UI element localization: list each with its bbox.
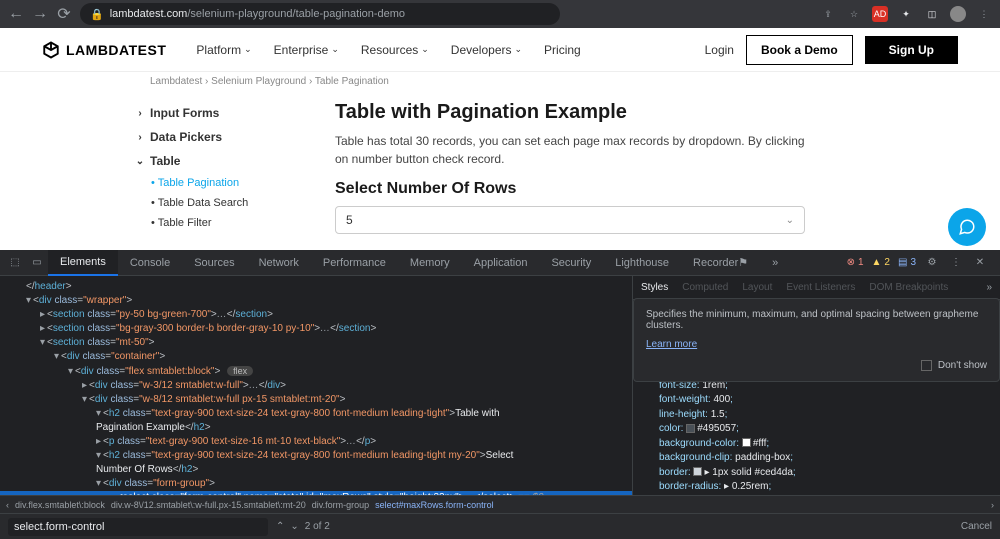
chevron-right-icon: › bbox=[135, 132, 145, 143]
css-tooltip: Specifies the minimum, maximum, and opti… bbox=[633, 298, 1000, 382]
styles-tab-dom[interactable]: DOM Breakpoints bbox=[869, 282, 948, 293]
main-content: Table with Pagination Example Table has … bbox=[315, 101, 1000, 234]
styles-panel: Styles Computed Layout Event Listeners D… bbox=[632, 276, 1000, 495]
url-domain: lambdatest.com bbox=[110, 8, 188, 20]
find-count: 2 of 2 bbox=[305, 521, 330, 532]
styles-tabs: Styles Computed Layout Event Listeners D… bbox=[633, 276, 1000, 300]
close-icon[interactable]: ✕ bbox=[972, 255, 988, 271]
info-badge[interactable]: ▤3 bbox=[898, 257, 916, 268]
menu-icon[interactable]: ⋮ bbox=[976, 6, 992, 22]
tab-security[interactable]: Security bbox=[539, 250, 603, 276]
nav-links: Platform ⌄ Enterprise ⌄ Resources ⌄ Deve… bbox=[196, 43, 580, 57]
sidebar-item-input-forms[interactable]: ›Input Forms bbox=[135, 101, 315, 125]
sidebar: ›Input Forms ›Data Pickers ⌄Table • Tabl… bbox=[135, 101, 315, 234]
adblock-icon[interactable]: AD bbox=[872, 6, 888, 22]
learn-more-link[interactable]: Learn more bbox=[646, 339, 697, 350]
sidebar-item-table[interactable]: ⌄Table bbox=[135, 149, 315, 173]
tab-more[interactable]: » bbox=[760, 250, 790, 276]
find-bar: ⌃ ⌄ 2 of 2 Cancel bbox=[0, 513, 1000, 539]
device-icon[interactable]: ▭ bbox=[26, 255, 48, 271]
reload-icon[interactable]: ⟳ bbox=[56, 6, 72, 22]
page-description: Table has total 30 records, you can set … bbox=[335, 132, 805, 168]
brand-icon bbox=[42, 41, 60, 59]
nav-developers[interactable]: Developers ⌄ bbox=[451, 43, 522, 57]
tab-lighthouse[interactable]: Lighthouse bbox=[603, 250, 681, 276]
crumb-item[interactable]: div.form-group bbox=[312, 500, 369, 510]
gear-icon[interactable]: ⚙ bbox=[924, 255, 940, 271]
crumb-item-active[interactable]: select#maxRows.form-control bbox=[375, 500, 494, 510]
sidebar-sub-table-search[interactable]: • Table Data Search bbox=[135, 193, 315, 213]
find-input[interactable] bbox=[8, 518, 268, 536]
crumb-prev[interactable]: ‹ bbox=[6, 500, 9, 510]
nav-right: Login Book a Demo Sign Up bbox=[705, 35, 958, 65]
tab-application[interactable]: Application bbox=[462, 250, 540, 276]
tooltip-text: Specifies the minimum, maximum, and opti… bbox=[646, 309, 987, 331]
brand-logo[interactable]: LAMBDATEST bbox=[42, 41, 166, 59]
url-bar[interactable]: 🔒 lambdatest.com /selenium-playground/ta… bbox=[80, 3, 560, 25]
book-demo-button[interactable]: Book a Demo bbox=[746, 35, 853, 65]
tab-console[interactable]: Console bbox=[118, 250, 182, 276]
chevron-down-icon: ⌄ bbox=[135, 156, 145, 167]
cancel-button[interactable]: Cancel bbox=[961, 521, 992, 532]
styles-tab-styles[interactable]: Styles bbox=[641, 282, 668, 293]
error-badge[interactable]: ⊗1 bbox=[847, 257, 864, 268]
url-path: /selenium-playground/table-pagination-de… bbox=[187, 8, 405, 20]
find-next[interactable]: ⌄ bbox=[290, 521, 298, 532]
sidebar-sub-table-pagination[interactable]: • Table Pagination bbox=[135, 173, 315, 193]
nav-platform[interactable]: Platform ⌄ bbox=[196, 43, 251, 57]
brand-text: LAMBDATEST bbox=[66, 42, 166, 58]
share-icon[interactable]: ⇪ bbox=[820, 6, 836, 22]
crumb-next[interactable]: › bbox=[991, 500, 994, 510]
signup-button[interactable]: Sign Up bbox=[865, 36, 958, 64]
nav-enterprise[interactable]: Enterprise ⌄ bbox=[274, 43, 339, 57]
devtools-tabs: ⬚ ▭ Elements Console Sources Network Per… bbox=[0, 250, 1000, 276]
warning-badge[interactable]: ▲2 bbox=[872, 257, 890, 268]
dom-breadcrumb: ‹ div.flex.smtablet\:block div.w-8\/12.s… bbox=[0, 495, 1000, 513]
browser-toolbar: ← → ⟳ 🔒 lambdatest.com /selenium-playgro… bbox=[0, 0, 1000, 28]
tab-sources[interactable]: Sources bbox=[182, 250, 246, 276]
breadcrumb: Lambdatest › Selenium Playground › Table… bbox=[0, 72, 1000, 91]
styles-tab-layout[interactable]: Layout bbox=[742, 282, 772, 293]
sidebar-sub-table-filter[interactable]: • Table Filter bbox=[135, 213, 315, 233]
tab-network[interactable]: Network bbox=[247, 250, 311, 276]
dont-show-checkbox[interactable] bbox=[921, 360, 932, 371]
devtools: ⬚ ▭ Elements Console Sources Network Per… bbox=[0, 250, 1000, 539]
tab-memory[interactable]: Memory bbox=[398, 250, 462, 276]
tab-elements[interactable]: Elements bbox=[48, 250, 118, 276]
puzzle-icon[interactable]: ✦ bbox=[898, 6, 914, 22]
find-prev[interactable]: ⌃ bbox=[276, 521, 284, 532]
login-link[interactable]: Login bbox=[705, 43, 734, 57]
tab-recorder[interactable]: Recorder ⚑ bbox=[681, 250, 760, 276]
styles-tab-computed[interactable]: Computed bbox=[682, 282, 728, 293]
crumb-item[interactable]: div.w-8\/12.smtablet\:w-full.px-15.smtab… bbox=[111, 500, 306, 510]
dots-icon[interactable]: ⋮ bbox=[948, 255, 964, 271]
chat-fab[interactable] bbox=[948, 208, 986, 246]
window-icon[interactable]: ◫ bbox=[924, 6, 940, 22]
tab-performance[interactable]: Performance bbox=[311, 250, 398, 276]
page-content: LAMBDATEST Platform ⌄ Enterprise ⌄ Resou… bbox=[0, 28, 1000, 250]
chat-icon bbox=[958, 218, 976, 236]
avatar-icon[interactable] bbox=[950, 6, 966, 22]
star-icon[interactable]: ☆ bbox=[846, 6, 862, 22]
back-icon[interactable]: ← bbox=[8, 6, 24, 22]
extension-icons: ⇪ ☆ AD ✦ ◫ ⋮ bbox=[820, 6, 992, 22]
dom-tree[interactable]: </header> ▾<div class="wrapper"> ▸<secti… bbox=[0, 276, 632, 495]
rows-select[interactable]: 5 ⌄ bbox=[335, 206, 805, 234]
sidebar-item-data-pickers[interactable]: ›Data Pickers bbox=[135, 125, 315, 149]
page-title: Table with Pagination Example bbox=[335, 101, 980, 124]
chevron-right-icon: › bbox=[135, 108, 145, 119]
lock-icon: 🔒 bbox=[90, 8, 104, 21]
nav-resources[interactable]: Resources ⌄ bbox=[361, 43, 429, 57]
top-nav: LAMBDATEST Platform ⌄ Enterprise ⌄ Resou… bbox=[0, 28, 1000, 72]
crumb-item[interactable]: div.flex.smtablet\:block bbox=[15, 500, 105, 510]
select-label: Select Number Of Rows bbox=[335, 180, 980, 198]
nav-pricing[interactable]: Pricing bbox=[544, 43, 581, 57]
forward-icon[interactable]: → bbox=[32, 6, 48, 22]
chevron-down-icon: ⌄ bbox=[786, 215, 794, 226]
styles-tab-events[interactable]: Event Listeners bbox=[786, 282, 855, 293]
select-value: 5 bbox=[346, 213, 353, 227]
inspect-icon[interactable]: ⬚ bbox=[4, 255, 26, 271]
